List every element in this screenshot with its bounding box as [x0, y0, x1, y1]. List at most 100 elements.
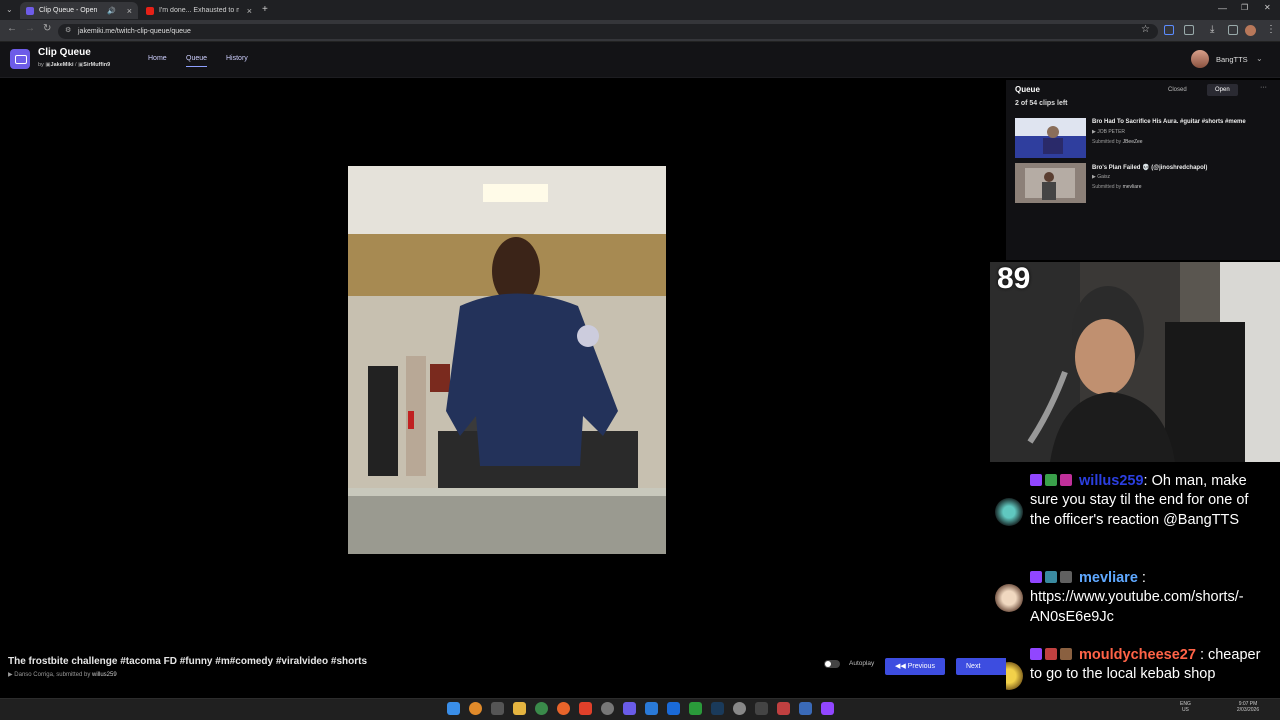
by-label: by [38, 62, 44, 68]
tab-youtube[interactable]: I'm done... Exhausted to my lim × [140, 2, 258, 19]
queue-item-title: Bro's Plan Failed 💀 (@jinoshredchapol) [1092, 165, 1208, 171]
tab-close-icon[interactable]: × [247, 6, 252, 16]
chat-message: mevliare : https://www.youtube.com/short… [1030, 569, 1270, 627]
nav-queue[interactable]: Queue [186, 55, 208, 67]
vscode-icon[interactable] [799, 702, 812, 715]
clip-video[interactable] [348, 166, 666, 554]
file-explorer-icon[interactable] [513, 702, 526, 715]
tab-title: Clip Queue - Open [39, 7, 98, 14]
twitch-badge-icon [1030, 648, 1042, 660]
app-icon[interactable] [645, 702, 658, 715]
next-button[interactable]: Next [956, 658, 1006, 675]
username[interactable]: BangTTS [1216, 55, 1248, 64]
more-options-icon[interactable]: ··· [1260, 84, 1267, 91]
app-icon[interactable] [777, 702, 790, 715]
close-window-button[interactable]: ✕ [1264, 3, 1271, 12]
twitch-badge-icon [1030, 474, 1042, 486]
back-icon[interactable]: ← [7, 23, 17, 34]
nav-history[interactable]: History [226, 55, 248, 62]
youtube-favicon-icon [146, 6, 154, 15]
badge-icon [1060, 474, 1072, 486]
bookmark-star-icon[interactable]: ☆ [1141, 24, 1150, 35]
previous-button[interactable]: ◀◀ Previous [885, 658, 945, 675]
reload-icon[interactable]: ↻ [43, 23, 51, 34]
minimize-button[interactable]: — [1218, 3, 1227, 13]
queue-closed-button[interactable]: Closed [1160, 84, 1195, 96]
app-icon[interactable] [755, 702, 768, 715]
app-icon[interactable] [733, 702, 746, 715]
brave-icon[interactable] [579, 702, 592, 715]
queue-item-channel: ▶ JOB PETER [1092, 129, 1126, 135]
clip-queue-favicon-icon [26, 6, 34, 15]
app-credits: by ▣JakeMiki / ▣SirMuffin9 [38, 62, 110, 68]
app-icon[interactable] [667, 702, 680, 715]
tab-clip-queue[interactable]: Clip Queue - Open 🔊 × [20, 2, 138, 19]
browser-menu-icon[interactable]: ⋮ [1266, 24, 1276, 35]
badge-icon [1060, 571, 1072, 583]
queue-open-button[interactable]: Open [1207, 84, 1238, 96]
language-indicator[interactable]: ENG US [1180, 701, 1191, 713]
copilot-icon[interactable] [469, 702, 482, 715]
start-icon[interactable] [447, 702, 460, 715]
tab-title: I'm done... Exhausted to my lim [159, 7, 239, 14]
chat-message: mouldycheese27 : cheaper to go to the lo… [1030, 646, 1270, 685]
forward-icon[interactable]: → [25, 23, 35, 34]
windows-taskbar [0, 698, 1280, 720]
queue-item-channel: ▶ Gaisz [1092, 174, 1111, 180]
discord-icon[interactable] [623, 702, 636, 715]
badge-icon [1045, 571, 1057, 583]
chat-username: willus259 [1079, 473, 1144, 489]
author-link[interactable]: SirMuffin9 [83, 62, 110, 68]
sidebar-icon[interactable] [1228, 25, 1238, 35]
extensions-puzzle-icon[interactable] [1184, 25, 1194, 35]
twitch-icon[interactable] [821, 702, 834, 715]
download-icon[interactable]: ⤓ [1210, 24, 1214, 35]
autoplay-toggle[interactable] [824, 660, 840, 668]
queue-item-thumbnail [1015, 163, 1086, 203]
user-avatar[interactable] [1191, 50, 1209, 68]
task-view-icon[interactable] [491, 702, 504, 715]
app-title: Clip Queue [38, 47, 91, 58]
nav-home[interactable]: Home [148, 55, 167, 62]
chrome-icon[interactable] [535, 702, 548, 715]
firefox-icon[interactable] [557, 702, 570, 715]
new-tab-button[interactable]: + [262, 4, 268, 15]
clip-queue-logo-icon[interactable] [10, 49, 30, 69]
queue-item-title: Bro Had To Sacrifice His Aura. #guitar #… [1092, 119, 1246, 125]
speaker-icon[interactable]: 🔊 [107, 7, 116, 15]
tab-search-icon[interactable]: ⌄ [6, 5, 13, 14]
badge-icon [1060, 648, 1072, 660]
chat-username: mouldycheese27 [1079, 647, 1196, 663]
badge-icon [1045, 474, 1057, 486]
steam-icon[interactable] [711, 702, 724, 715]
webcam-feed [990, 262, 1280, 462]
queue-item[interactable]: Bro Had To Sacrifice His Aura. #guitar #… [1015, 118, 1275, 160]
xbox-icon[interactable] [689, 702, 702, 715]
chevron-down-icon[interactable]: ⌄ [1256, 54, 1263, 63]
clip-channel[interactable]: Danso Corriga [14, 672, 53, 678]
badge-icon [1045, 648, 1057, 660]
queue-item-submitter: Submitted by mevliare [1092, 184, 1142, 190]
chat-text: https://www.youtube.com/shorts/-AN0sE6e9… [1030, 589, 1244, 625]
profile-avatar[interactable] [1245, 25, 1256, 36]
clock[interactable]: 9:07 PM 2/03/2026 [1228, 701, 1268, 713]
author-link[interactable]: JakeMiki [51, 62, 74, 68]
tab-close-icon[interactable]: × [127, 6, 132, 16]
clip-meta: ▶ Danso Corriga, submitted by willus259 [8, 672, 117, 678]
chat-separator: : [1141, 570, 1146, 586]
site-info-icon[interactable]: ⚙ [65, 26, 71, 34]
extension-icon[interactable] [1164, 25, 1174, 35]
counter-overlay: 89 [997, 262, 1031, 295]
queue-item-submitter: Submitted by JBeeZee [1092, 139, 1143, 145]
url-input[interactable]: jakemiki.me/twitch-clip-queue/queue [58, 24, 1158, 39]
clip-submitter: willus259 [92, 672, 117, 678]
queue-heading: Queue [1015, 85, 1040, 94]
rewind-icon: ◀◀ [895, 663, 908, 670]
queue-item[interactable]: Bro's Plan Failed 💀 (@jinoshredchapol) ▶… [1015, 163, 1275, 205]
webcam-overlay [990, 262, 1280, 462]
obs-icon[interactable] [601, 702, 614, 715]
separator: / [75, 62, 77, 68]
clip-video-frame [348, 166, 666, 554]
autoplay-label: Autoplay [849, 660, 875, 667]
maximize-button[interactable]: ❐ [1241, 3, 1248, 12]
